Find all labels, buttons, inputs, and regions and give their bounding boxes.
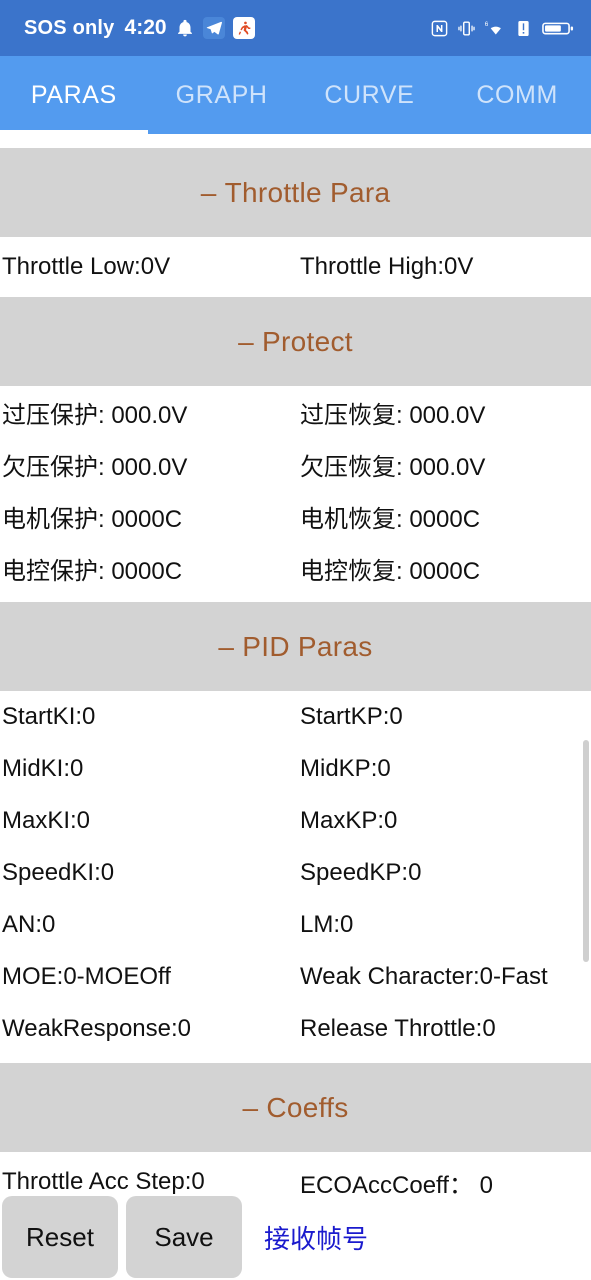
- row-cell-left: MaxKI:0: [2, 807, 91, 834]
- row-cell-right: MaxKP:0: [300, 807, 398, 834]
- tab-bar: PARAS GRAPH CURVE COMM: [0, 56, 591, 134]
- collapse-dash-icon: –: [238, 325, 255, 357]
- row-cell-right: Throttle High:0V: [300, 253, 474, 280]
- row-cell-left: StartKI:0: [2, 703, 96, 730]
- bottom-action-bar: Reset Save 接收帧号: [0, 1194, 591, 1280]
- nfc-icon: [430, 19, 449, 38]
- save-button[interactable]: Save: [126, 1196, 242, 1278]
- clipped-previous-row: [0, 134, 591, 148]
- tab-comm[interactable]: COMM: [443, 81, 591, 110]
- row-cell-right: 电机恢复: 0000C: [300, 505, 481, 533]
- table-row[interactable]: WeakResponse:0 Release Throttle:0: [0, 1003, 591, 1055]
- clock-label: 4:20: [124, 16, 167, 39]
- row-cell-right: Weak Character:0-Fast: [300, 963, 548, 990]
- table-row[interactable]: Throttle Acc Step:0 ECOAccCoeff： 0: [0, 1156, 591, 1194]
- row-cell-right: Release Throttle:0: [300, 1015, 496, 1042]
- section-rows-throttle-para: Throttle Low:0V Throttle High:0V: [0, 237, 591, 297]
- section-header-protect[interactable]: – Protect: [0, 297, 591, 386]
- row-cell-left: 过压保护: 000.0V: [2, 401, 188, 429]
- section-rows-pid-paras: StartKI:0 StartKP:0 MidKI:0 MidKP:0 MaxK…: [0, 691, 591, 1063]
- row-cell-left: Throttle Low:0V: [2, 253, 171, 280]
- alert-icon: [514, 19, 533, 38]
- section-rows-coeffs: Throttle Acc Step:0 ECOAccCoeff： 0: [0, 1152, 591, 1194]
- row-cell-left: WeakResponse:0: [2, 1015, 191, 1042]
- row-spacer: [0, 594, 591, 602]
- reset-button[interactable]: Reset: [2, 1196, 118, 1278]
- section-header-throttle-para[interactable]: – Throttle Para: [0, 148, 591, 237]
- row-cell-left: MidKI:0: [2, 755, 84, 782]
- row-cell-left: AN:0: [2, 911, 56, 938]
- table-row[interactable]: AN:0 LM:0: [0, 899, 591, 951]
- carrier-label: SOS only: [24, 16, 115, 39]
- vibrate-icon: [457, 19, 476, 38]
- table-row[interactable]: Throttle Low:0V Throttle High:0V: [0, 241, 591, 293]
- table-row[interactable]: 电控保护: 0000C 电控恢复: 0000C: [0, 542, 591, 594]
- app-root: SOS only 4:20 6 PARAS GRAPH CURVE COMM –…: [0, 0, 591, 1280]
- status-bar-left: SOS only 4:20: [24, 16, 255, 40]
- table-row[interactable]: MOE:0-MOEOff Weak Character:0-Fast: [0, 951, 591, 1003]
- section-title: PID Paras: [242, 630, 373, 662]
- table-row[interactable]: SpeedKI:0 SpeedKP:0: [0, 847, 591, 899]
- row-cell-right: 过压恢复: 000.0V: [300, 401, 486, 429]
- status-bar-right: 6: [430, 19, 575, 38]
- tab-paras[interactable]: PARAS: [0, 81, 148, 110]
- row-cell-right: 欠压恢复: 000.0V: [300, 453, 486, 481]
- collapse-dash-icon: –: [200, 176, 217, 208]
- vertical-scrollbar[interactable]: [583, 740, 589, 962]
- row-cell-right: 电控恢复: 0000C: [300, 557, 481, 585]
- row-cell-right: ECOAccCoeff： 0: [300, 1171, 493, 1195]
- row-cell-right: MidKP:0: [300, 755, 391, 782]
- row-spacer: [0, 1055, 591, 1063]
- tab-graph[interactable]: GRAPH: [148, 81, 296, 110]
- row-cell-left: SpeedKI:0: [2, 859, 115, 886]
- svg-text:6: 6: [485, 21, 489, 28]
- paras-scroll-area[interactable]: – Throttle Para Throttle Low:0V Throttle…: [0, 134, 591, 1194]
- row-cell-left: 欠压保护: 000.0V: [2, 453, 188, 481]
- collapse-dash-icon: –: [218, 630, 235, 662]
- row-cell-left: MOE:0-MOEOff: [2, 963, 171, 990]
- table-row[interactable]: 电机保护: 0000C 电机恢复: 0000C: [0, 490, 591, 542]
- row-cell-right: LM:0: [300, 911, 354, 938]
- collapse-dash-icon: –: [242, 1091, 259, 1123]
- running-app-icon: [232, 17, 255, 39]
- wifi-6-icon: 6: [484, 19, 506, 38]
- section-title: Throttle Para: [224, 176, 391, 208]
- table-row[interactable]: MidKI:0 MidKP:0: [0, 743, 591, 795]
- table-row[interactable]: MaxKI:0 MaxKP:0: [0, 795, 591, 847]
- section-title: Protect: [262, 325, 353, 357]
- table-row[interactable]: 过压保护: 000.0V 过压恢复: 000.0V: [0, 386, 591, 438]
- tab-curve[interactable]: CURVE: [296, 81, 444, 110]
- table-row[interactable]: StartKI:0 StartKP:0: [0, 691, 591, 743]
- battery-icon: [541, 19, 575, 38]
- telegram-app-icon: [202, 17, 225, 39]
- notification-bell-icon: [175, 18, 195, 38]
- row-cell-left: Throttle Acc Step:0: [2, 1168, 205, 1194]
- section-title: Coeffs: [266, 1091, 349, 1123]
- section-rows-protect: 过压保护: 000.0V 过压恢复: 000.0V 欠压保护: 000.0V 欠…: [0, 386, 591, 602]
- receive-frame-number-link[interactable]: 接收帧号: [264, 1219, 368, 1256]
- row-cell-right: SpeedKP:0: [300, 859, 422, 886]
- row-cell-left: 电机保护: 0000C: [2, 505, 183, 533]
- section-header-pid-paras[interactable]: – PID Paras: [0, 602, 591, 691]
- status-bar: SOS only 4:20 6: [0, 0, 591, 56]
- section-header-coeffs[interactable]: – Coeffs: [0, 1063, 591, 1152]
- row-cell-right: StartKP:0: [300, 703, 403, 730]
- row-cell-left: 电控保护: 0000C: [2, 557, 183, 585]
- table-row[interactable]: 欠压保护: 000.0V 欠压恢复: 000.0V: [0, 438, 591, 490]
